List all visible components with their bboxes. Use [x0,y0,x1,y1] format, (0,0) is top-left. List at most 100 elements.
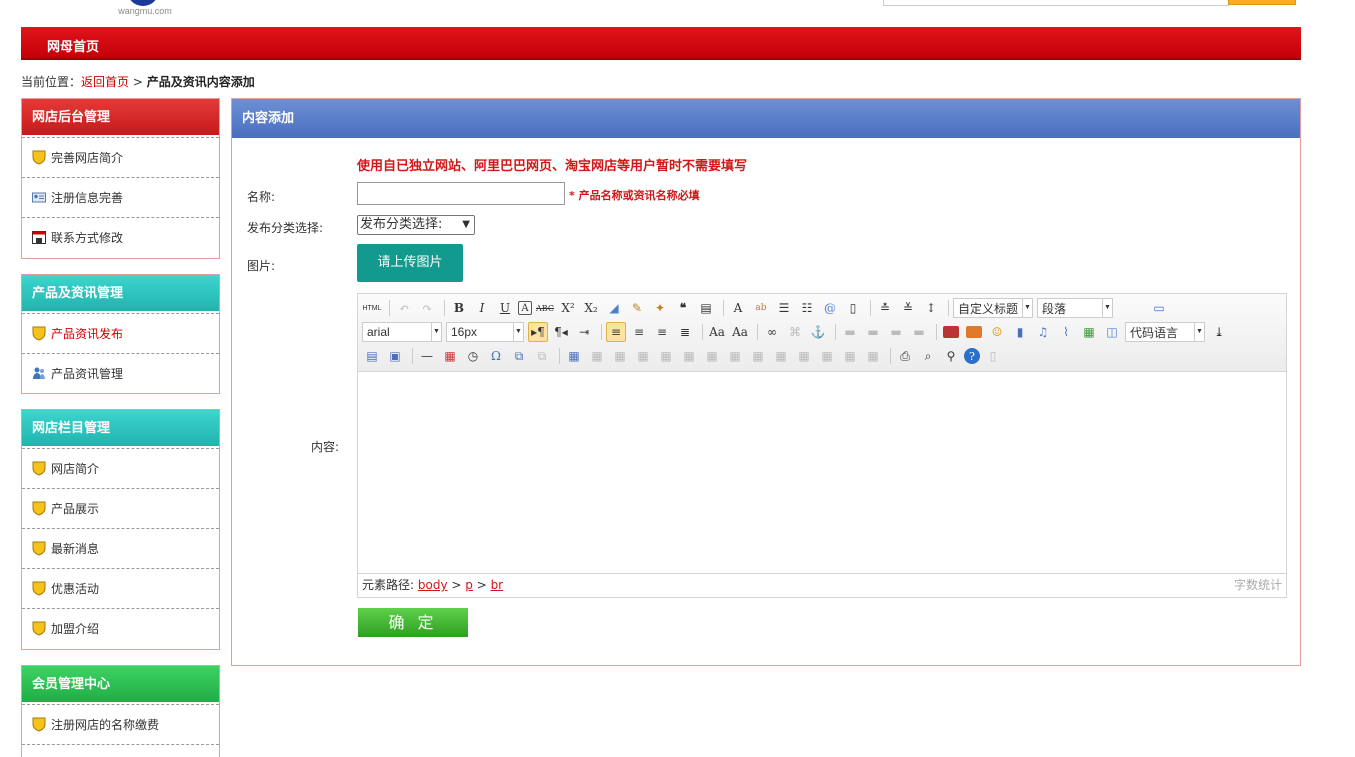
snapscreen-icon[interactable]: ⧉ [509,346,529,366]
split-cols-icon[interactable]: ▦ [840,346,860,366]
font-color-icon[interactable]: A [728,298,748,318]
preview-icon[interactable]: ⌕ [918,346,938,366]
emotion-icon[interactable]: ☺ [987,322,1007,342]
insert-image-icon[interactable] [964,322,984,342]
sidebar-item-partial[interactable] [22,744,219,757]
bold-icon[interactable]: B [449,298,469,318]
image-none-icon[interactable]: ▬ [840,322,860,342]
name-input[interactable] [357,182,565,205]
path-item-p[interactable]: p [465,578,473,592]
redo-icon[interactable]: ↷ [417,298,437,318]
insert-row-icon[interactable]: ▦ [633,346,653,366]
insert-table-icon[interactable]: ▦ [564,346,584,366]
paragraph-select[interactable]: 段落 ▼ [1037,298,1113,318]
insert-video-icon[interactable]: ▮ [1010,322,1030,342]
sidebar-item-franchise[interactable]: 加盟介绍 [22,608,219,648]
html-source-button[interactable]: HTML [362,298,382,318]
italic-icon[interactable]: I [472,298,492,318]
link-icon[interactable]: ∞ [762,322,782,342]
template-icon[interactable]: ▤ [362,346,382,366]
fullscreen-icon[interactable]: ▭ [1149,298,1169,318]
insert-paragraph-before-table-icon[interactable]: ▦ [610,346,630,366]
indent-icon[interactable]: ⇥ [574,322,594,342]
sidebar-item-product-publish[interactable]: 产品资讯发布 [22,313,219,353]
unordered-list-icon[interactable]: ☷ [797,298,817,318]
anchor-icon[interactable]: ⚓ [808,322,828,342]
date-icon[interactable]: ▦ [440,346,460,366]
editor-content-area[interactable] [358,372,1286,573]
uppercase-icon[interactable]: Aa [707,322,727,342]
page-break-icon[interactable]: ⤓ [1209,322,1229,342]
merge-right-icon[interactable]: ▦ [748,346,768,366]
auto-format-icon[interactable]: ✦ [650,298,670,318]
path-item-br[interactable]: br [491,578,504,592]
sidebar-item-promotions[interactable]: 优惠活动 [22,568,219,608]
sidebar-item-product-manage[interactable]: 产品资讯管理 [22,353,219,393]
insert-col-icon[interactable]: ▦ [679,346,699,366]
row-spacing-top-icon[interactable]: ≛ [875,298,895,318]
clear-doc-icon[interactable]: ▯ [843,298,863,318]
font-family-select[interactable]: arial ▼ [362,322,442,342]
site-logo[interactable]: wangmu.com [110,0,180,20]
image-center-icon[interactable]: ▬ [909,322,929,342]
code-language-select[interactable]: 代码语言 ▼ [1125,322,1205,342]
nav-home-link[interactable]: 网母首页 [47,36,99,55]
sidebar-item-contact-edit[interactable]: 联系方式修改 [22,217,219,257]
horizontal-rule-icon[interactable]: — [417,346,437,366]
image-right-icon[interactable]: ▬ [886,322,906,342]
superscript-icon[interactable]: X² [558,298,578,318]
rtl-direction-icon[interactable]: ¶◂ [551,322,571,342]
highlight-icon[interactable]: ab [751,298,771,318]
sidebar-item-register-info[interactable]: 注册信息完善 [22,177,219,217]
help-icon[interactable]: ? [964,348,980,364]
chart-icon[interactable]: ▦ [863,346,883,366]
background-icon[interactable]: ▣ [385,346,405,366]
sidebar-item-product-show[interactable]: 产品展示 [22,488,219,528]
sidebar-item-shop-intro[interactable]: 完善网店简介 [22,137,219,177]
upload-image-button[interactable]: 请上传图片 [357,244,463,282]
search-button[interactable] [1228,0,1296,5]
sidebar-item-shop-profile[interactable]: 网店简介 [22,448,219,488]
delete-table-icon[interactable]: ▦ [587,346,607,366]
search-input[interactable] [883,0,1229,6]
line-height-icon[interactable]: ↕ [921,298,941,318]
simple-upload-icon[interactable] [941,322,961,342]
ordered-list-icon[interactable]: ☰ [774,298,794,318]
search-replace-icon[interactable]: ⚲ [941,346,961,366]
merge-down-icon[interactable]: ▦ [771,346,791,366]
image-left-icon[interactable]: ▬ [863,322,883,342]
font-border-icon[interactable]: A [518,301,532,315]
underline-icon[interactable]: U [495,298,515,318]
submit-button[interactable]: 确 定 [358,608,468,637]
split-rows-icon[interactable]: ▦ [817,346,837,366]
map-icon[interactable]: ▦ [1079,322,1099,342]
special-chars-icon[interactable]: Ω [486,346,506,366]
print-icon[interactable]: ⎙ [895,346,915,366]
blockquote-icon[interactable]: ❝ [673,298,693,318]
subscript-icon[interactable]: X₂ [581,298,601,318]
time-icon[interactable]: ◷ [463,346,483,366]
heading-select[interactable]: 自定义标题 ▼ [953,298,1033,318]
align-justify-icon[interactable]: ≣ [675,322,695,342]
row-spacing-bottom-icon[interactable]: ≚ [898,298,918,318]
music-icon[interactable]: ♫ [1033,322,1053,342]
delete-row-icon[interactable]: ▦ [656,346,676,366]
align-right-icon[interactable]: ≡ [652,322,672,342]
split-cells-icon[interactable]: ▦ [794,346,814,366]
drafts-icon[interactable]: ▯ [983,346,1003,366]
eraser-icon[interactable]: ◢ [604,298,624,318]
align-left-icon[interactable]: ≡ [606,322,626,342]
insert-frame-icon[interactable]: ◫ [1102,322,1122,342]
align-center-icon[interactable]: ≡ [629,322,649,342]
sidebar-item-latest-news[interactable]: 最新消息 [22,528,219,568]
select-all-icon[interactable]: @ [820,298,840,318]
attachment-icon[interactable]: ⌇ [1056,322,1076,342]
delete-col-icon[interactable]: ▦ [702,346,722,366]
unlink-icon[interactable]: ⌘ [785,322,805,342]
font-size-select[interactable]: 16px ▼ [446,322,524,342]
lowercase-icon[interactable]: Aa [730,322,750,342]
format-brush-icon[interactable]: ✎ [627,298,647,318]
breadcrumb-home-link[interactable]: 返回首页 [81,75,129,89]
undo-icon[interactable]: ↶ [394,298,414,318]
ltr-direction-icon[interactable]: ▸¶ [528,322,548,342]
